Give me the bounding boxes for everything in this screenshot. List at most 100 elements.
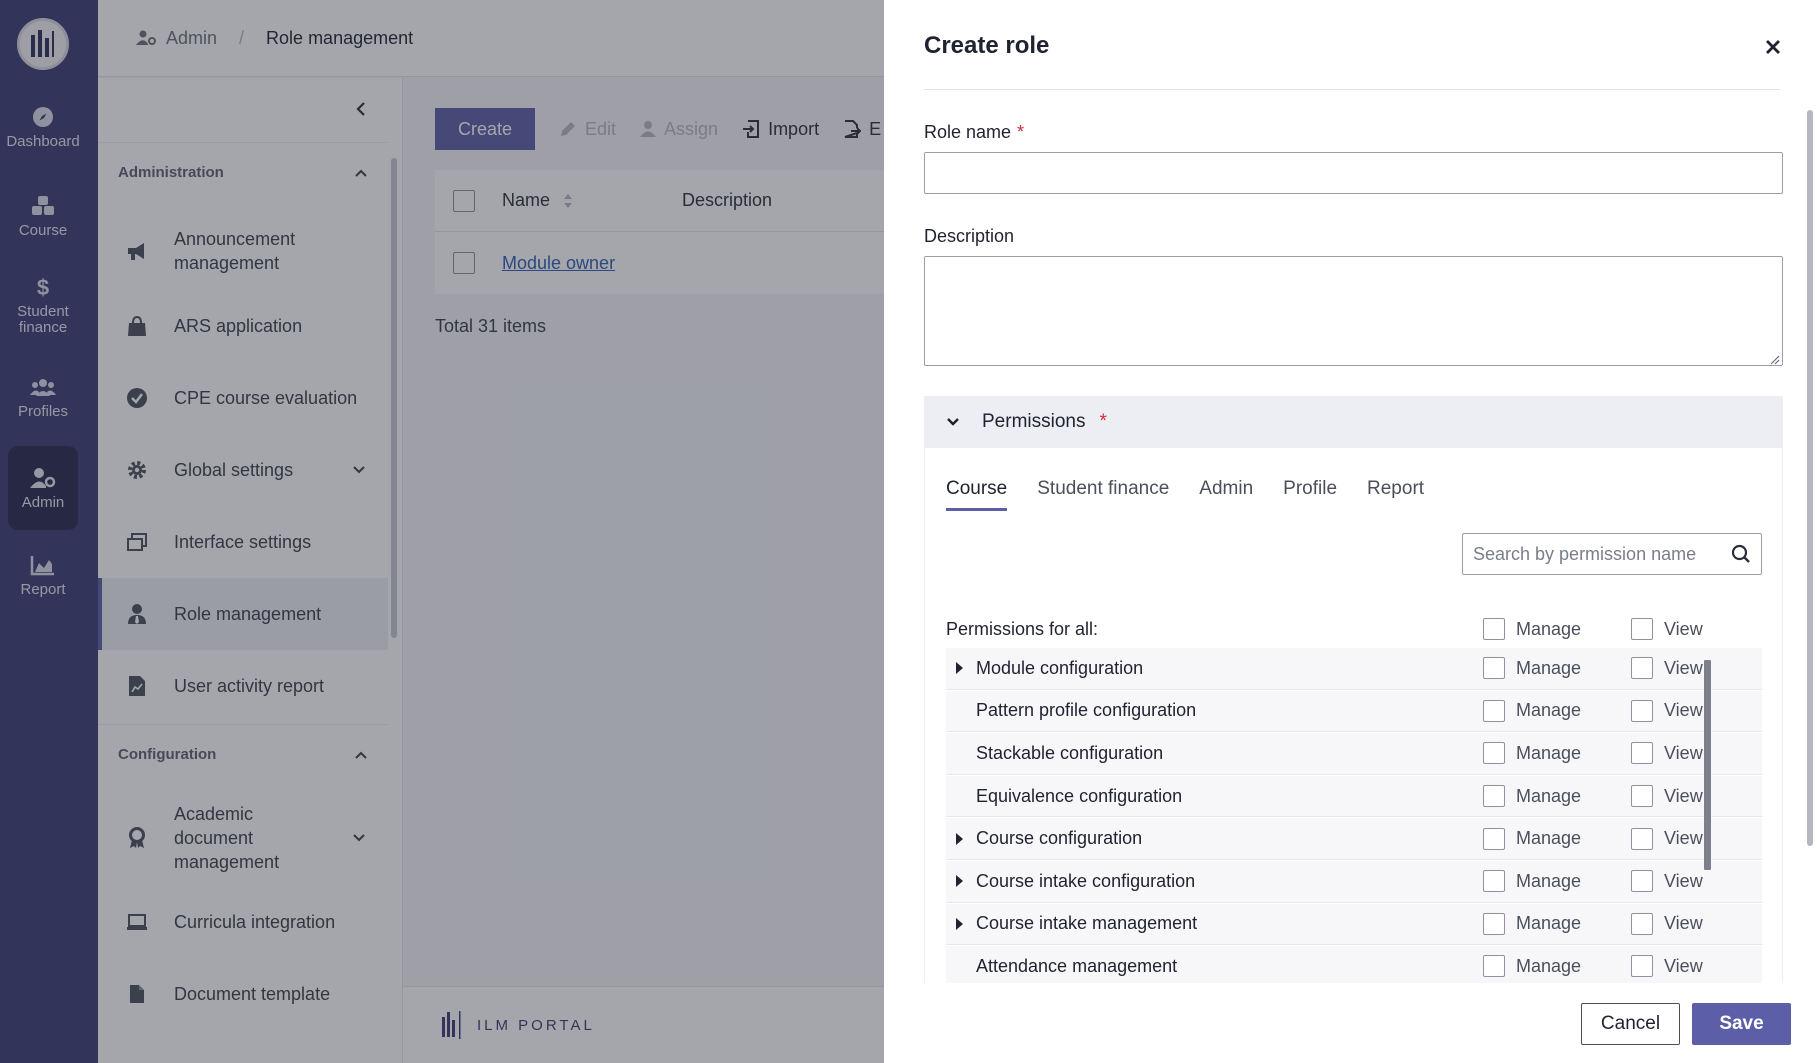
permission-row: Stackable configuration Manage View xyxy=(946,732,1762,775)
checkbox-box[interactable] xyxy=(1483,870,1505,893)
permission-name: Equivalence configuration xyxy=(976,785,1183,806)
view-label: View xyxy=(1664,913,1703,934)
permission-search-input[interactable] xyxy=(1473,543,1731,565)
view-label: View xyxy=(1664,955,1703,976)
manage-checkbox[interactable]: Manage xyxy=(1483,657,1582,680)
view-checkbox[interactable]: View xyxy=(1631,657,1703,680)
description-label: Description xyxy=(924,226,1015,246)
manage-label: Manage xyxy=(1516,955,1582,976)
permission-name: Module configuration xyxy=(976,657,1144,678)
drawer-title: Create role xyxy=(924,32,1050,59)
view-all-checkbox[interactable]: View xyxy=(1631,618,1703,640)
checkbox-box[interactable] xyxy=(1631,827,1653,850)
caret-right-icon[interactable] xyxy=(954,661,964,675)
permission-search xyxy=(1462,533,1762,575)
chevron-down-icon xyxy=(947,418,959,426)
permission-row: Module configuration Manage View xyxy=(946,647,1762,690)
permission-list-scrollbar-thumb[interactable] xyxy=(1704,660,1711,870)
checkbox-box[interactable] xyxy=(1483,955,1505,978)
description-textarea[interactable] xyxy=(924,256,1783,366)
checkbox-box[interactable] xyxy=(1631,955,1653,978)
tab-report[interactable]: Report xyxy=(1367,478,1424,511)
modal-overlay[interactable] xyxy=(0,0,884,1063)
tab-profile[interactable]: Profile xyxy=(1283,478,1337,511)
manage-checkbox[interactable]: Manage xyxy=(1483,827,1582,850)
view-label: View xyxy=(1664,742,1703,763)
role-name-label: Role name * xyxy=(924,122,1024,143)
permission-name: Stackable configuration xyxy=(976,742,1164,763)
permission-name: Pattern profile configuration xyxy=(976,700,1197,721)
view-checkbox[interactable]: View xyxy=(1631,785,1703,808)
permissions-title: Permissions xyxy=(982,411,1086,432)
permission-row: Equivalence configuration Manage View xyxy=(946,774,1762,818)
manage-checkbox[interactable]: Manage xyxy=(1483,699,1582,722)
close-button[interactable] xyxy=(1762,36,1784,58)
manage-label: Manage xyxy=(1516,618,1582,639)
tab-admin[interactable]: Admin xyxy=(1199,478,1253,511)
permission-name: Attendance management xyxy=(976,955,1178,976)
checkbox-box[interactable] xyxy=(1483,618,1505,640)
tab-student-finance[interactable]: Student finance xyxy=(1037,478,1169,511)
view-label: View xyxy=(1664,785,1703,806)
caret-right-icon[interactable] xyxy=(954,874,964,888)
manage-label: Manage xyxy=(1516,657,1582,678)
view-label: View xyxy=(1664,700,1703,721)
manage-checkbox[interactable]: Manage xyxy=(1483,912,1581,935)
cancel-button[interactable]: Cancel xyxy=(1581,1003,1680,1045)
create-role-drawer: Create role Role name * Description Permi… xyxy=(884,0,1817,1063)
view-label: View xyxy=(1664,870,1703,891)
view-checkbox[interactable]: View xyxy=(1631,912,1703,935)
permission-row: Pattern profile configuration Manage View xyxy=(946,689,1762,733)
checkbox-box[interactable] xyxy=(1631,912,1653,935)
save-button[interactable]: Save xyxy=(1692,1003,1791,1045)
permission-name: Course configuration xyxy=(976,828,1143,849)
checkbox-box[interactable] xyxy=(1631,618,1653,640)
manage-checkbox[interactable]: Manage xyxy=(1483,870,1582,893)
manage-label: Manage xyxy=(1516,828,1582,849)
role-name-label-text: Role name xyxy=(924,122,1012,142)
checkbox-box[interactable] xyxy=(1483,785,1505,808)
view-checkbox[interactable]: View xyxy=(1631,955,1703,978)
drawer-scrollbar-thumb[interactable] xyxy=(1807,110,1813,846)
permissions-panel-header[interactable]: Permissions * xyxy=(924,396,1783,448)
checkbox-box[interactable] xyxy=(1483,699,1505,722)
role-name-input[interactable] xyxy=(924,152,1783,194)
view-checkbox[interactable]: View xyxy=(1631,742,1703,765)
permission-list: Module configuration Manage View Pattern pr… xyxy=(946,647,1762,983)
checkbox-box[interactable] xyxy=(1483,827,1505,850)
caret-right-icon[interactable] xyxy=(954,832,964,846)
search-icon[interactable] xyxy=(1731,544,1751,564)
manage-label: Manage xyxy=(1516,700,1582,721)
close-icon xyxy=(1766,40,1780,54)
view-checkbox[interactable]: View xyxy=(1631,870,1703,893)
checkbox-box[interactable] xyxy=(1631,657,1653,680)
checkbox-box[interactable] xyxy=(1631,870,1653,893)
manage-all-checkbox[interactable]: Manage xyxy=(1483,618,1581,640)
checkbox-box[interactable] xyxy=(1483,912,1505,935)
permission-name: Course intake configuration xyxy=(976,870,1196,891)
permission-tabs: Course Student finance Admin Profile Rep… xyxy=(946,478,1424,511)
checkbox-box[interactable] xyxy=(1483,742,1505,765)
permission-row: Course configuration Manage View xyxy=(946,817,1762,860)
view-checkbox[interactable]: View xyxy=(1631,699,1703,722)
checkbox-box[interactable] xyxy=(1483,657,1505,680)
manage-label: Manage xyxy=(1516,870,1582,891)
required-mark: * xyxy=(1099,411,1107,432)
resize-grip-icon[interactable] xyxy=(1768,353,1780,365)
drawer-divider xyxy=(924,89,1780,90)
tab-course[interactable]: Course xyxy=(946,478,1008,511)
permission-row: Course intake configuration Manage View xyxy=(946,859,1762,903)
view-label: View xyxy=(1664,618,1703,639)
caret-right-icon[interactable] xyxy=(954,917,964,931)
manage-label: Manage xyxy=(1516,742,1582,763)
manage-label: Manage xyxy=(1516,785,1582,806)
checkbox-box[interactable] xyxy=(1631,785,1653,808)
manage-checkbox[interactable]: Manage xyxy=(1483,955,1582,978)
checkbox-box[interactable] xyxy=(1631,699,1653,722)
manage-checkbox[interactable]: Manage xyxy=(1483,742,1582,765)
view-checkbox[interactable]: View xyxy=(1631,827,1703,850)
required-mark: * xyxy=(1017,122,1025,142)
manage-checkbox[interactable]: Manage xyxy=(1483,785,1582,808)
view-label: View xyxy=(1664,828,1703,849)
checkbox-box[interactable] xyxy=(1631,742,1653,765)
